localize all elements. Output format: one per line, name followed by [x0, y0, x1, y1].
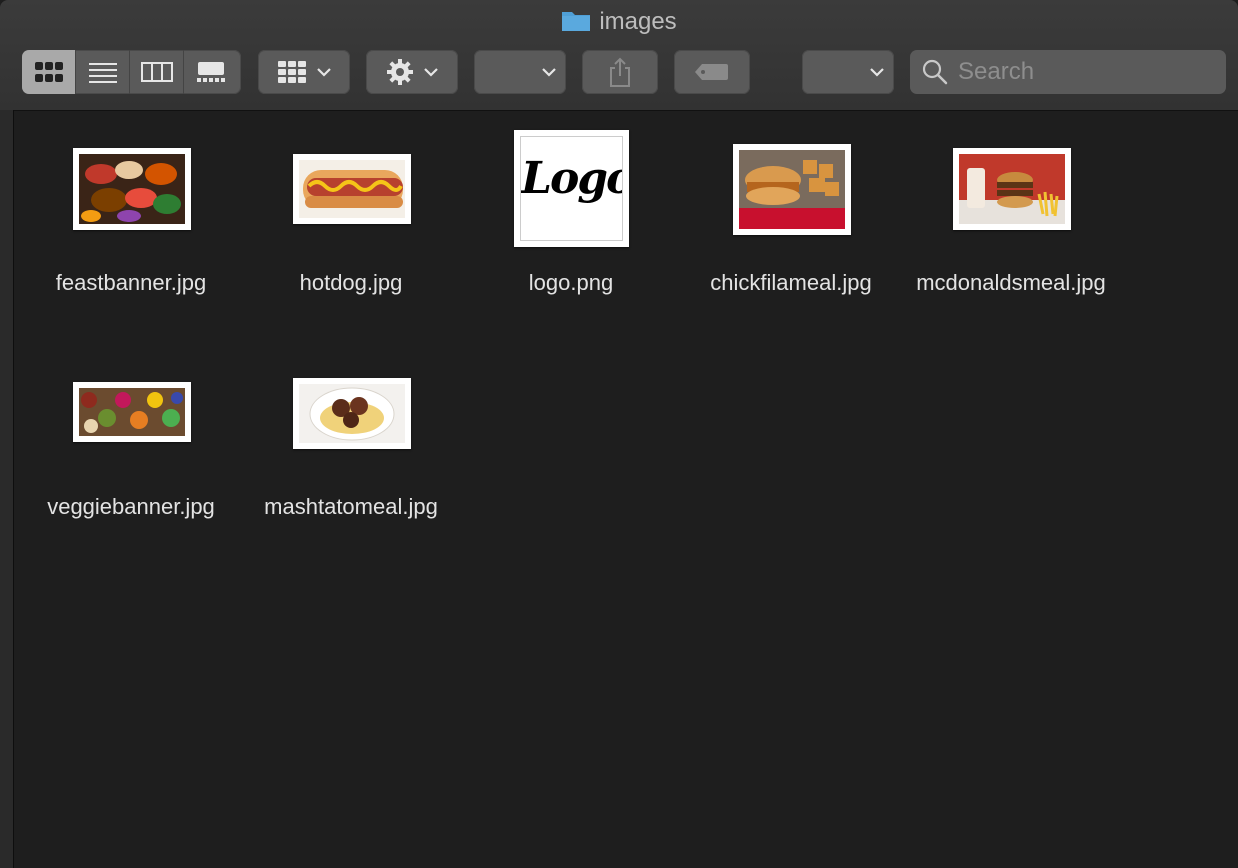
tags-button[interactable]	[674, 50, 750, 94]
hotdog-image	[299, 160, 405, 218]
chevron-down-icon	[542, 68, 556, 77]
chevron-down-icon	[424, 68, 438, 77]
columns-icon	[140, 62, 173, 82]
action-menu-button[interactable]	[366, 50, 458, 94]
file-thumbnail: Logo•	[514, 130, 629, 247]
list-view-button[interactable]	[76, 50, 130, 94]
share-button[interactable]	[582, 50, 658, 94]
file-name: chickfilameal.jpg	[710, 270, 872, 295]
logo-image: Logo•	[521, 153, 623, 204]
file-item[interactable]: chickfilameal.jpg	[681, 111, 901, 311]
file-name: logo.png	[528, 270, 614, 295]
gear-icon	[387, 59, 413, 85]
share-icon	[610, 57, 630, 87]
file-thumbnail	[953, 148, 1071, 230]
chevron-down-icon	[870, 68, 884, 77]
file-thumbnail	[293, 378, 411, 449]
icon-view-button[interactable]	[22, 50, 76, 94]
file-name: hotdog.jpg	[299, 270, 403, 295]
file-item[interactable]: hotdog.jpg	[241, 111, 461, 311]
column-view-button[interactable]	[130, 50, 184, 94]
gallery-view-button[interactable]	[184, 50, 237, 94]
group-by-button[interactable]	[258, 50, 350, 94]
mashtato-meal-image	[299, 384, 405, 443]
file-item[interactable]: mashtatomeal.jpg	[241, 357, 461, 557]
window-title: images	[0, 8, 1238, 39]
file-thumbnail	[73, 382, 191, 442]
file-item[interactable]: Logo• logo.png	[461, 111, 681, 311]
sidebar-edge	[0, 110, 14, 868]
feast-image	[79, 154, 185, 224]
search-field[interactable]: Search	[910, 50, 1226, 94]
chickfila-meal-image	[739, 150, 845, 229]
chevron-down-icon	[317, 68, 331, 77]
file-item[interactable]: veggiebanner.jpg	[21, 357, 241, 557]
search-icon	[922, 59, 948, 85]
icon-grid-icon	[34, 62, 63, 82]
view-mode-control	[22, 50, 241, 94]
group-grid-icon	[278, 61, 306, 83]
file-grid: feastbanner.jpg hotdog.jpg Logo•	[14, 111, 1238, 868]
tag-icon	[695, 64, 728, 80]
file-name: veggiebanner.jpg	[47, 494, 215, 519]
mcdonalds-meal-image	[959, 154, 1065, 224]
file-name: mcdonaldsmeal.jpg	[916, 270, 1106, 295]
file-item[interactable]: feastbanner.jpg	[21, 111, 241, 311]
path-dropdown[interactable]	[802, 50, 894, 94]
gallery-icon	[196, 62, 225, 82]
file-thumbnail	[733, 144, 851, 235]
window-titlebar: images Search	[0, 0, 1238, 111]
file-item[interactable]: mcdonaldsmeal.jpg	[901, 111, 1121, 331]
veggie-image	[79, 388, 185, 436]
file-thumbnail	[293, 154, 411, 224]
file-thumbnail	[73, 148, 191, 230]
search-placeholder: Search	[958, 58, 1035, 85]
sort-dropdown[interactable]	[474, 50, 566, 94]
list-icon	[88, 63, 117, 83]
file-name: feastbanner.jpg	[55, 270, 207, 295]
file-name: mashtatomeal.jpg	[264, 494, 438, 519]
folder-icon	[561, 8, 591, 39]
